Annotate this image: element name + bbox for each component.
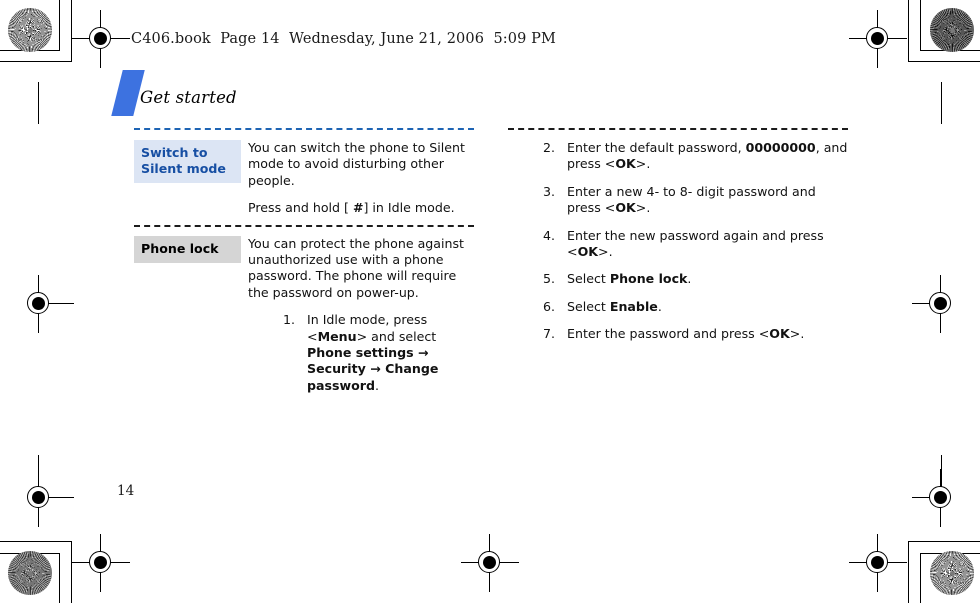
printed-page: C406.book Page 14 Wednesday, June 21, 20… bbox=[0, 0, 980, 603]
phone-lock-steps-wrapper: 1. In Idle mode, press <Menu> and select … bbox=[248, 312, 474, 394]
step-text: In Idle mode, press <Menu> and select Ph… bbox=[307, 312, 438, 393]
step-number: 4. bbox=[543, 227, 556, 243]
bleed-tick-left-upper bbox=[38, 82, 39, 124]
registration-mark-right-lower bbox=[912, 469, 964, 527]
registration-mark-left-lower bbox=[16, 469, 74, 527]
step-text: Enter the default password, 00000000, an… bbox=[567, 140, 847, 171]
silent-mode-press-pre: Press and hold [ bbox=[248, 200, 353, 216]
list-item: 7. Enter the password and press <OK>. bbox=[543, 326, 848, 342]
step-emphasis: OK bbox=[615, 156, 636, 172]
step-text: Enter the password and press <OK>. bbox=[567, 326, 804, 341]
list-item: 1. In Idle mode, press <Menu> and select … bbox=[283, 312, 474, 394]
star-target-top-right bbox=[930, 8, 974, 52]
step-emphasis: Security bbox=[307, 361, 366, 377]
registration-mark-bottom-right bbox=[849, 534, 907, 592]
phone-lock-step-list: 1. In Idle mode, press <Menu> and select … bbox=[283, 312, 474, 394]
registration-mark-top-left bbox=[72, 10, 130, 68]
chapter-title: Get started bbox=[140, 88, 237, 107]
row-body-silent-mode: You can switch the phone to Silent mode … bbox=[241, 140, 474, 217]
trim-line-top-right-v bbox=[908, 0, 909, 62]
table-row-silent-mode: Switch to Silent mode You can switch the… bbox=[134, 140, 474, 217]
silent-mode-press-post: ] in Idle mode. bbox=[363, 200, 455, 216]
step-fragment: > and select bbox=[356, 328, 437, 344]
trim-line-bottom-right-v bbox=[908, 541, 909, 603]
list-item: 2. Enter the default password, 00000000, … bbox=[543, 140, 848, 173]
row-body-phone-lock: You can protect the phone against unauth… bbox=[241, 236, 474, 395]
step-fragment: >. bbox=[789, 326, 805, 342]
phone-lock-paragraph-1: You can protect the phone against unauth… bbox=[248, 235, 464, 300]
trim-line-bottom-left-v2 bbox=[59, 553, 60, 603]
step-number: 5. bbox=[543, 271, 556, 287]
row-label-phone-lock: Phone lock bbox=[134, 235, 241, 263]
step-fragment: >. bbox=[635, 200, 651, 216]
star-target-bottom-left bbox=[8, 551, 52, 595]
right-column: 2. Enter the default password, 00000000, … bbox=[508, 128, 848, 343]
step-emphasis: → bbox=[413, 345, 429, 361]
step-emphasis: 00000000 bbox=[745, 140, 816, 155]
list-item: 5. Select Phone lock. bbox=[543, 271, 848, 287]
separator-top-right-dark bbox=[508, 128, 848, 130]
step-fragment: . bbox=[687, 271, 692, 287]
left-column: Switch to Silent mode You can switch the… bbox=[134, 128, 474, 394]
step-text: Enter the new password again and press <… bbox=[567, 228, 824, 259]
phone-lock-step-list-continued: 2. Enter the default password, 00000000, … bbox=[543, 140, 848, 343]
list-item: 3. Enter a new 4- to 8- digit password an… bbox=[543, 184, 848, 217]
registration-mark-top-right bbox=[849, 10, 907, 68]
trim-line-top-left-v2 bbox=[59, 0, 60, 50]
trim-line-bottom-right-v2 bbox=[920, 553, 921, 603]
step-text: Enter a new 4- to 8- digit password and … bbox=[567, 184, 816, 215]
step-emphasis: → bbox=[365, 361, 386, 377]
step-number: 6. bbox=[543, 298, 556, 314]
step-fragment: Select bbox=[567, 271, 610, 287]
step-fragment: Select bbox=[567, 298, 610, 314]
step-number: 1. bbox=[283, 312, 296, 328]
step-number: 2. bbox=[543, 140, 556, 155]
registration-mark-left-middle bbox=[16, 275, 74, 333]
step-emphasis: OK bbox=[577, 244, 599, 260]
registration-mark-bottom-left bbox=[72, 534, 130, 592]
list-item: 4. Enter the new password again and press… bbox=[543, 228, 848, 261]
silent-mode-paragraph-2: Press and hold [ #] in Idle mode. bbox=[248, 200, 474, 216]
trim-line-top-right-v2 bbox=[920, 0, 921, 50]
silent-mode-paragraph-1: You can switch the phone to Silent mode … bbox=[248, 140, 465, 188]
step-fragment: . bbox=[657, 298, 662, 314]
star-target-top-left bbox=[8, 8, 52, 52]
step-fragment: . bbox=[375, 377, 380, 393]
right-steps-wrapper: 2. Enter the default password, 00000000, … bbox=[508, 140, 848, 343]
step-emphasis: Phone settings bbox=[307, 345, 414, 361]
page-number: 14 bbox=[117, 483, 135, 499]
trim-line-bottom-right-h bbox=[908, 541, 980, 542]
step-text: Select Phone lock. bbox=[567, 271, 691, 286]
step-emphasis: OK bbox=[615, 200, 636, 216]
trim-line-top-left-h bbox=[0, 61, 72, 62]
running-head: C406.book Page 14 Wednesday, June 21, 20… bbox=[131, 31, 556, 47]
registration-mark-bottom-center bbox=[461, 534, 519, 592]
registration-mark-right-middle bbox=[912, 275, 964, 333]
separator-middle-dark bbox=[134, 224, 474, 227]
step-emphasis: OK bbox=[769, 326, 790, 342]
star-target-bottom-right bbox=[930, 551, 974, 595]
step-number: 3. bbox=[543, 183, 556, 199]
step-fragment: >. bbox=[598, 244, 613, 260]
trim-line-bottom-left-v bbox=[71, 541, 72, 603]
separator-top-blue bbox=[134, 128, 474, 130]
trim-line-bottom-left-h bbox=[0, 541, 72, 542]
list-item: 6. Select Enable. bbox=[543, 299, 848, 315]
step-emphasis: Menu bbox=[317, 328, 357, 344]
table-row-phone-lock: Phone lock You can protect the phone aga… bbox=[134, 235, 474, 395]
hash-key-label: # bbox=[352, 200, 364, 216]
row-label-silent-mode: Switch to Silent mode bbox=[134, 140, 241, 183]
step-emphasis: Phone lock bbox=[609, 271, 688, 287]
step-emphasis: Enable bbox=[609, 298, 658, 314]
step-fragment: Enter a new 4- to 8- digit password and … bbox=[567, 183, 816, 216]
step-fragment: >. bbox=[635, 156, 651, 172]
step-fragment: Enter the default password, bbox=[567, 140, 746, 155]
step-text: Select Enable. bbox=[567, 299, 662, 314]
bleed-tick-right-upper bbox=[941, 82, 942, 124]
trim-line-top-right-h bbox=[908, 61, 980, 62]
step-number: 7. bbox=[543, 326, 556, 342]
trim-line-top-left-v bbox=[71, 0, 72, 62]
step-fragment: Enter the password and press < bbox=[567, 326, 770, 342]
